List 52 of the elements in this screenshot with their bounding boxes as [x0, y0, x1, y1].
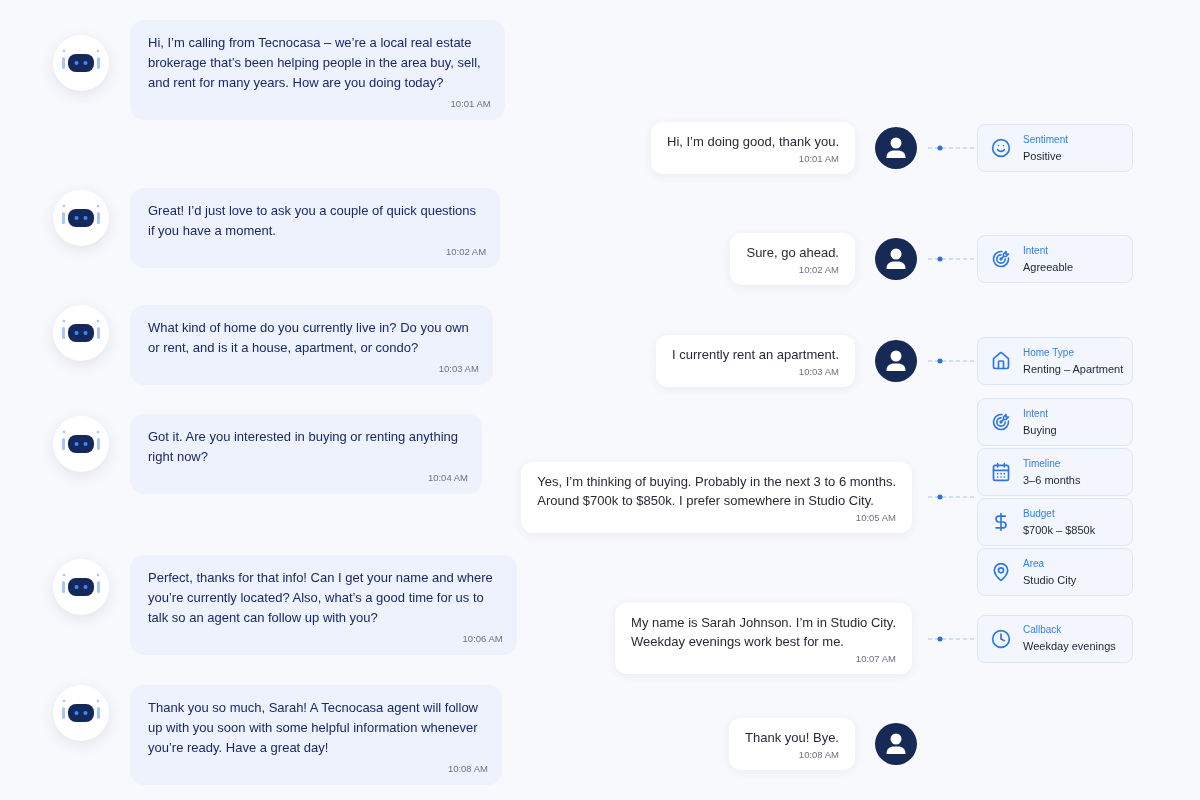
smiley-icon — [991, 138, 1011, 158]
clock-icon — [991, 628, 1011, 649]
insight-value: Buying — [1023, 422, 1057, 438]
message-text: Hi, I’m doing good, thank you. — [667, 133, 839, 151]
insight-label: Intent — [1023, 243, 1050, 257]
insight-label: Home Type — [1023, 345, 1075, 359]
insight-value: $700k – $850k — [1023, 522, 1096, 538]
dashed-connector-icon — [928, 145, 976, 151]
message-time: 10:03 AM — [798, 366, 839, 378]
dashed-connector-icon — [928, 635, 976, 642]
message-time: 10:02 AM — [798, 264, 839, 276]
message-text: What kind of home do you currently live in? Do you own or rent, and is it a house, apartment, or condo? — [148, 319, 470, 357]
target-icon — [991, 412, 1011, 432]
message-text: I currently rent an apartment. — [672, 346, 839, 364]
message-text: Yes, I’m thinking of buying. Probably in the next 3 to 6 months. Around $700k to $850k. I prefer somewhere in Studio City. — [537, 472, 896, 510]
dashed-connector-icon — [928, 494, 976, 500]
insight-value: 3–6 months — [1023, 472, 1081, 488]
message-time: 10:02 AM — [445, 246, 487, 258]
dashed-connector-icon — [928, 358, 976, 364]
message-text: Hi, I’m calling from Tecnocasa – we’re a local real estate brokerage that’s been helping people in the area buy, sell, and rent for many years. How are you doing today? — [148, 34, 482, 92]
insight-value: Studio City — [1023, 572, 1077, 588]
house-icon — [991, 351, 1011, 371]
message-time: 10:03 AM — [438, 363, 479, 375]
calendar-icon — [991, 462, 1011, 482]
dashed-connector-icon — [928, 256, 976, 262]
insight-label: Area — [1023, 556, 1046, 570]
message-time: 10:06 AM — [462, 633, 503, 645]
insight-label: Intent — [1023, 406, 1050, 420]
message-time: 10:08 AM — [447, 763, 488, 775]
insight-label: Sentiment — [1023, 132, 1069, 146]
message-text: Sure, go ahead. — [746, 244, 839, 262]
insight-value: Renting – Apartment — [1023, 361, 1124, 377]
message-time: 10:01 AM — [450, 98, 491, 110]
target-icon — [991, 249, 1011, 269]
insight-value: Agreeable — [1023, 259, 1074, 275]
map-pin-icon — [991, 562, 1011, 582]
insight-value: Weekday evenings — [1023, 639, 1116, 654]
message-time: 10:04 AM — [427, 472, 469, 484]
insight-label: Budget — [1023, 506, 1056, 520]
message-text: Perfect, thanks for that info! Can I get your name and where you’re currently located? Also, what’s a good time for us to talk so an agent can follow up with you? — [148, 569, 494, 627]
message-time: 10:08 AM — [798, 749, 839, 761]
insight-value: Positive — [1023, 148, 1063, 164]
message-text: Great! I’d just love to ask you a couple of quick questions if you have a moment. — [148, 202, 478, 240]
insight-label: Callback — [1023, 623, 1063, 636]
message-time: 10:07 AM — [855, 653, 896, 665]
insight-label: Timeline — [1023, 456, 1062, 470]
message-text: Thank you so much, Sarah! A Tecnocasa agent will follow up with you soon with some helpful information whenever you’re ready. Have a great day! — [148, 699, 479, 757]
message-text: Thank you! Bye. — [745, 729, 839, 747]
message-text: My name is Sarah Johnson. I’m in Studio City. Weekday evenings work best for me. — [631, 614, 896, 651]
message-time: 10:01 AM — [798, 153, 839, 165]
message-time: 10:05 AM — [855, 511, 896, 524]
message-text: Got it. Are you interested in buying or renting anything right now? — [148, 428, 460, 466]
